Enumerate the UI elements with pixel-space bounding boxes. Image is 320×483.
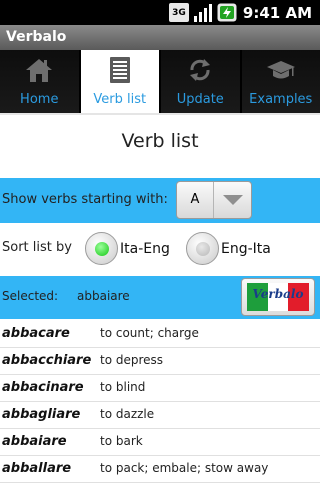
verb-list[interactable]: abbacare to count; charge abbacchiare to… [0,321,320,483]
verb-meaning: to bark [100,434,143,448]
tab-label: Update [177,92,224,107]
tab-verb-list[interactable]: Verb list [81,50,160,113]
divider [0,113,320,115]
tab-update[interactable]: Update [161,50,240,113]
sort-label: Sort list by [2,240,72,255]
home-icon [23,56,55,84]
italian-flag-logo: Verbalo [247,283,309,311]
page-title: Verb list [0,130,320,152]
radio-button[interactable] [186,232,219,265]
verbalo-logo-button[interactable]: Verbalo [241,278,315,316]
list-item[interactable]: abbacchiare to depress [0,348,320,375]
verb-meaning: to count; charge [100,326,199,340]
selected-label: Selected: [2,289,58,303]
tab-label: Verb list [93,92,146,107]
letter-value: A [177,182,213,218]
verb-meaning: to depress [100,353,163,367]
verb-word: abbacare [2,326,70,341]
verb-word: abbacinare [2,380,84,395]
refresh-icon [184,56,216,84]
radio-ita-eng[interactable]: Ita-Eng [85,232,170,265]
verb-meaning: to dazzle [100,407,154,421]
verb-word: abbacchiare [2,353,91,368]
network-type-label: 3G [172,8,186,18]
graduation-cap-icon [265,56,297,84]
verb-word: abbagliare [2,407,80,422]
list-item[interactable]: abbaiare to bark [0,429,320,456]
verb-meaning: to pack; embale; stow away [100,461,268,475]
network-3g-icon: 3G [169,3,189,22]
letter-dropdown[interactable]: A [176,181,252,219]
verb-word: abbaiare [2,434,67,449]
clock: 9:41 AM [243,4,312,22]
list-item[interactable]: abballare to pack; embale; stow away [0,456,320,483]
tab-label: Examples [249,92,312,107]
chevron-down-icon [222,194,244,206]
sort-row: Sort list by Ita-Eng Eng-Ita [0,230,320,270]
radio-eng-ita[interactable]: Eng-Ita [186,232,271,265]
verb-meaning: to blind [100,380,145,394]
list-item[interactable]: abbagliare to dazzle [0,402,320,429]
radio-label: Eng-Ita [221,241,271,257]
list-item[interactable]: abbacare to count; charge [0,321,320,348]
signal-strength-icon [193,4,213,22]
tab-home[interactable]: Home [0,50,79,113]
radio-label: Ita-Eng [120,241,170,257]
app-title: Verbalo [0,25,320,50]
filter-band: Show verbs starting with: A [0,178,320,223]
tab-examples[interactable]: Examples [242,50,320,113]
selected-verb: abbaiare [77,289,130,303]
filter-label: Show verbs starting with: [2,192,168,207]
selection-band: Selected: abbaiare Verbalo [0,276,320,319]
list-item[interactable]: abbacinare to blind [0,375,320,402]
status-bar: 3G 9:41 AM [0,0,320,25]
tab-label: Home [20,92,58,107]
logo-text: Verbalo [247,287,309,301]
battery-charging-icon [217,3,237,22]
list-icon [104,56,136,84]
radio-button-selected[interactable] [85,232,118,265]
verb-word: abballare [2,461,71,476]
tab-bar: Home Verb list Update Examples [0,50,320,113]
